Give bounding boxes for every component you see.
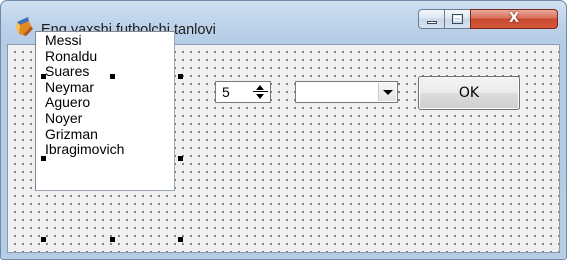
list-item[interactable]: Grizman bbox=[45, 126, 174, 143]
list-item[interactable]: Ronaldu bbox=[45, 48, 174, 65]
spin-edit[interactable]: 5 bbox=[215, 81, 271, 103]
maximize-button[interactable] bbox=[444, 9, 471, 29]
list-item[interactable]: Messi bbox=[45, 32, 174, 49]
selection-handle[interactable] bbox=[178, 74, 183, 79]
app-window: Eng yaxshi futbolchi tanlovi X Messi Ron… bbox=[0, 0, 567, 260]
spin-value[interactable]: 5 bbox=[222, 84, 230, 100]
selection-handle[interactable] bbox=[178, 156, 183, 161]
combo-box[interactable] bbox=[295, 81, 398, 103]
combo-dropdown-button[interactable] bbox=[378, 83, 396, 101]
minimize-icon bbox=[427, 21, 437, 24]
list-item[interactable]: Aguero bbox=[45, 95, 174, 111]
selection-handle[interactable] bbox=[110, 237, 115, 242]
minimize-button[interactable] bbox=[418, 9, 445, 29]
arrow-up-icon bbox=[256, 85, 264, 90]
list-item[interactable]: Neymar bbox=[45, 79, 174, 96]
maximize-icon bbox=[452, 14, 463, 24]
selection-handle[interactable] bbox=[41, 156, 46, 161]
selection-handle[interactable] bbox=[110, 74, 115, 79]
arrow-down-icon bbox=[256, 94, 264, 99]
spin-down-button[interactable] bbox=[253, 92, 268, 100]
ok-button[interactable]: OK bbox=[418, 76, 520, 110]
spin-buttons bbox=[253, 84, 268, 100]
selection-handle[interactable] bbox=[178, 237, 183, 242]
close-button[interactable]: X bbox=[470, 9, 558, 29]
list-item[interactable]: Noyer bbox=[45, 110, 174, 127]
window-controls: X bbox=[418, 9, 558, 31]
players-listbox[interactable]: Messi Ronaldu Suares Neymar Aguero Noyer… bbox=[35, 31, 175, 191]
selection-handle[interactable] bbox=[41, 74, 46, 79]
selection-handle[interactable] bbox=[41, 237, 46, 242]
delphi-app-icon bbox=[16, 17, 33, 36]
close-icon: X bbox=[508, 11, 520, 26]
chevron-down-icon bbox=[383, 90, 393, 95]
list-item[interactable]: Ibragimovich bbox=[45, 142, 174, 158]
